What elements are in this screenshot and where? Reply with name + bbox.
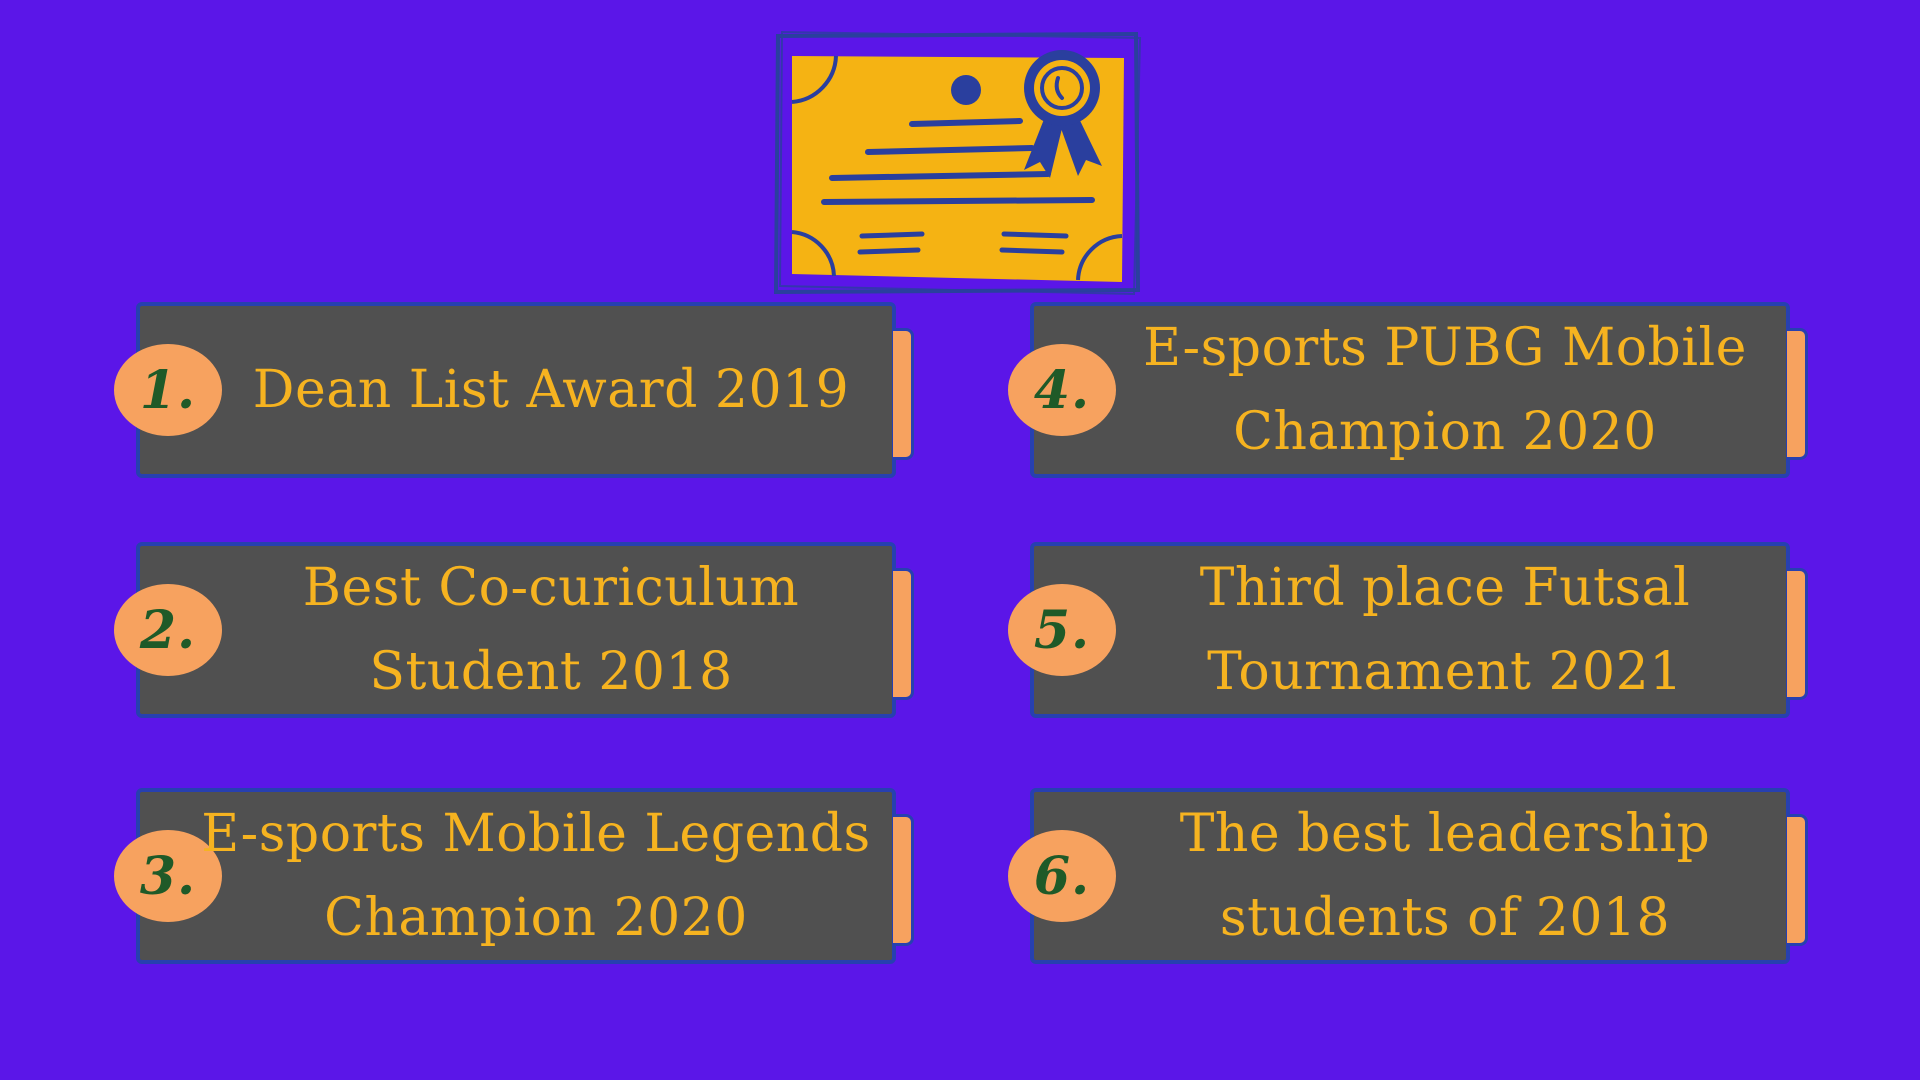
award-card: 3. E-sports Mobile Legends Champion 2020 xyxy=(114,788,914,964)
card-tab xyxy=(893,568,914,700)
award-number-badge: 1. xyxy=(114,344,222,436)
award-title: Third place Futsal Tournament 2021 xyxy=(1199,558,1691,702)
award-number-badge: 4. xyxy=(1008,344,1116,436)
award-card: 4. E-sports PUBG Mobile Champion 2020 xyxy=(1008,302,1808,478)
award-card: 6. The best leadership students of 2018 xyxy=(1008,788,1808,964)
card-tab xyxy=(1787,814,1808,946)
card-tab xyxy=(1787,328,1808,460)
award-title: E-sports Mobile Legends Champion 2020 xyxy=(201,804,871,948)
award-title: The best leadership students of 2018 xyxy=(1179,804,1711,948)
award-card: 2. Best Co-curiculum Student 2018 xyxy=(114,542,914,718)
award-title: Dean List Award 2019 xyxy=(252,360,850,420)
award-title: Best Co-curiculum Student 2018 xyxy=(302,558,800,702)
award-number-badge: 6. xyxy=(1008,830,1116,922)
card-tab xyxy=(893,328,914,460)
award-card: 5. Third place Futsal Tournament 2021 xyxy=(1008,542,1808,718)
award-number-badge: 2. xyxy=(114,584,222,676)
card-tab xyxy=(893,814,914,946)
award-number-badge: 5. xyxy=(1008,584,1116,676)
award-card: 1. Dean List Award 2019 xyxy=(114,302,914,478)
card-tab xyxy=(1787,568,1808,700)
award-title: E-sports PUBG Mobile Champion 2020 xyxy=(1143,318,1747,462)
certificate-icon xyxy=(772,28,1144,298)
